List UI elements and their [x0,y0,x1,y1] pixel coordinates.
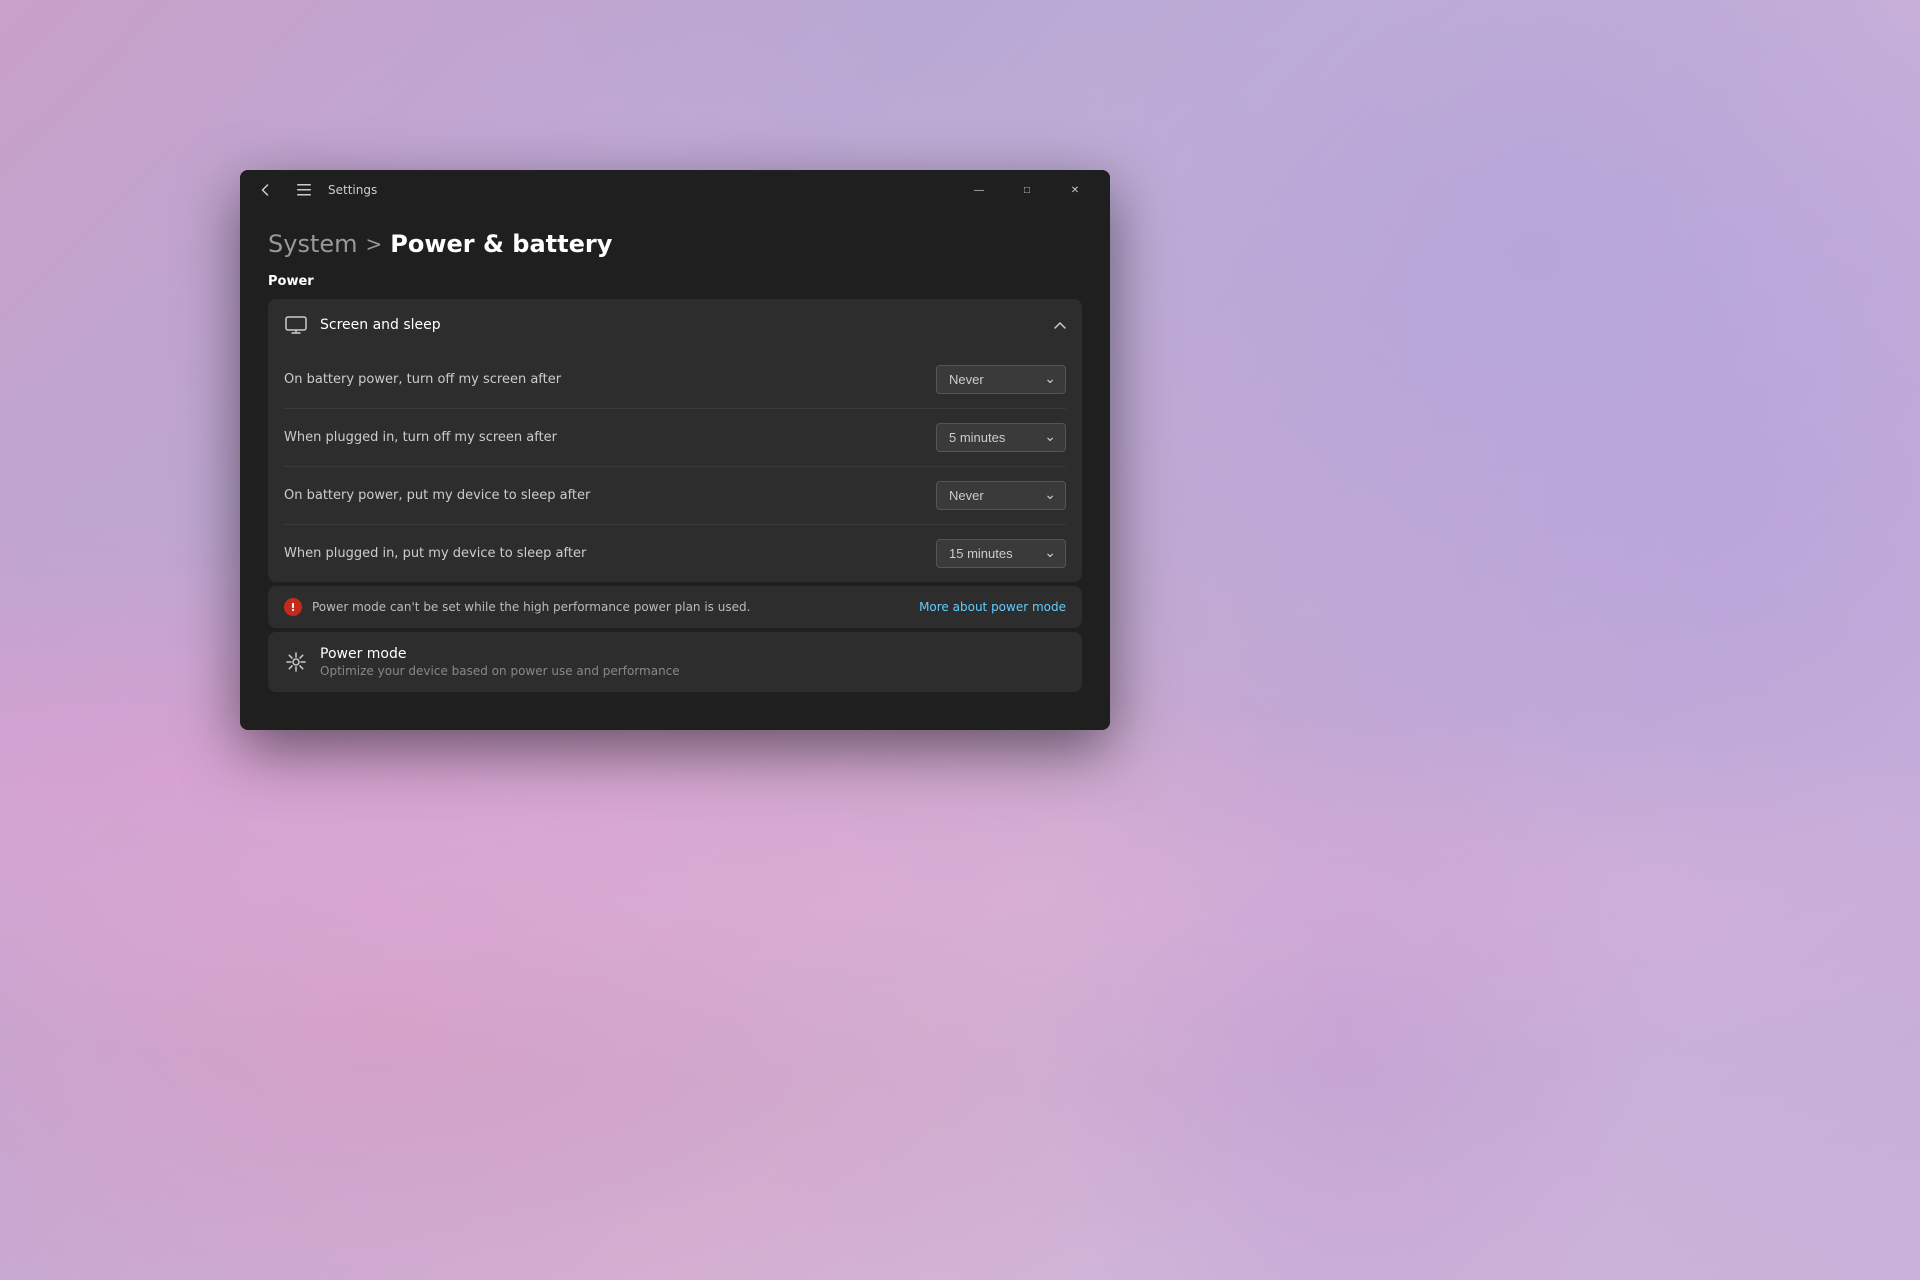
plugged-screen-off-row: When plugged in, turn off my screen afte… [268,409,1082,466]
plugged-sleep-select-wrapper: 5 minutes 10 minutes 15 minutes 20 minut… [936,539,1066,568]
warning-icon: ! [284,598,302,616]
screen-sleep-header[interactable]: Screen and sleep [268,299,1082,351]
battery-sleep-select[interactable]: Never 1 minute 5 minutes 10 minutes 15 m… [936,481,1066,510]
breadcrumb-parent[interactable]: System [268,230,358,258]
power-mode-text: Power mode Optimize your device based on… [320,646,680,678]
plugged-sleep-row: When plugged in, put my device to sleep … [268,525,1082,582]
screen-icon [284,313,308,337]
warning-left: ! Power mode can't be set while the high… [284,598,750,616]
power-mode-icon [284,650,308,674]
plugged-sleep-select[interactable]: 5 minutes 10 minutes 15 minutes 20 minut… [936,539,1066,568]
back-button[interactable] [252,176,280,204]
breadcrumb-current: Power & battery [390,230,612,258]
battery-sleep-select-wrapper: Never 1 minute 5 minutes 10 minutes 15 m… [936,481,1066,510]
window-controls: — □ ✕ [956,174,1098,206]
titlebar-left: Settings [252,176,956,204]
card-header-left: Screen and sleep [284,313,441,337]
warning-text: Power mode can't be set while the high p… [312,600,750,614]
power-mode-card[interactable]: Power mode Optimize your device based on… [268,632,1082,692]
breadcrumb: System > Power & battery [268,230,1082,258]
battery-screen-off-row: On battery power, turn off my screen aft… [268,351,1082,408]
battery-screen-off-select-wrapper: Never 1 minute 2 minutes 5 minutes 10 mi… [936,365,1066,394]
battery-screen-off-select[interactable]: Never 1 minute 2 minutes 5 minutes 10 mi… [936,365,1066,394]
more-about-power-mode-link[interactable]: More about power mode [919,600,1066,614]
content-area: System > Power & battery Power Screen an… [240,210,1110,730]
hamburger-button[interactable] [290,176,318,204]
power-mode-title: Power mode [320,646,680,662]
settings-window: Settings — □ ✕ System > Power & battery … [240,170,1110,730]
close-button[interactable]: ✕ [1052,174,1098,206]
titlebar: Settings — □ ✕ [240,170,1110,210]
battery-screen-off-label: On battery power, turn off my screen aft… [284,372,561,387]
screen-sleep-card: Screen and sleep On battery power, turn … [268,299,1082,582]
plugged-screen-off-select[interactable]: 1 minute 2 minutes 3 minutes 5 minutes 1… [936,423,1066,452]
plugged-screen-off-select-wrapper: 1 minute 2 minutes 3 minutes 5 minutes 1… [936,423,1066,452]
window-title: Settings [328,183,377,197]
plugged-sleep-label: When plugged in, put my device to sleep … [284,546,586,561]
minimize-button[interactable]: — [956,174,1002,206]
power-mode-header: Power mode Optimize your device based on… [284,646,1066,678]
warning-bar: ! Power mode can't be set while the high… [268,586,1082,628]
screen-sleep-title: Screen and sleep [320,317,441,333]
chevron-up-icon [1054,318,1066,332]
battery-sleep-label: On battery power, put my device to sleep… [284,488,590,503]
maximize-button[interactable]: □ [1004,174,1050,206]
battery-sleep-row: On battery power, put my device to sleep… [268,467,1082,524]
power-mode-subtitle: Optimize your device based on power use … [320,664,680,678]
breadcrumb-arrow: > [366,232,383,256]
plugged-screen-off-label: When plugged in, turn off my screen afte… [284,430,557,445]
power-section-label: Power [268,274,1082,289]
